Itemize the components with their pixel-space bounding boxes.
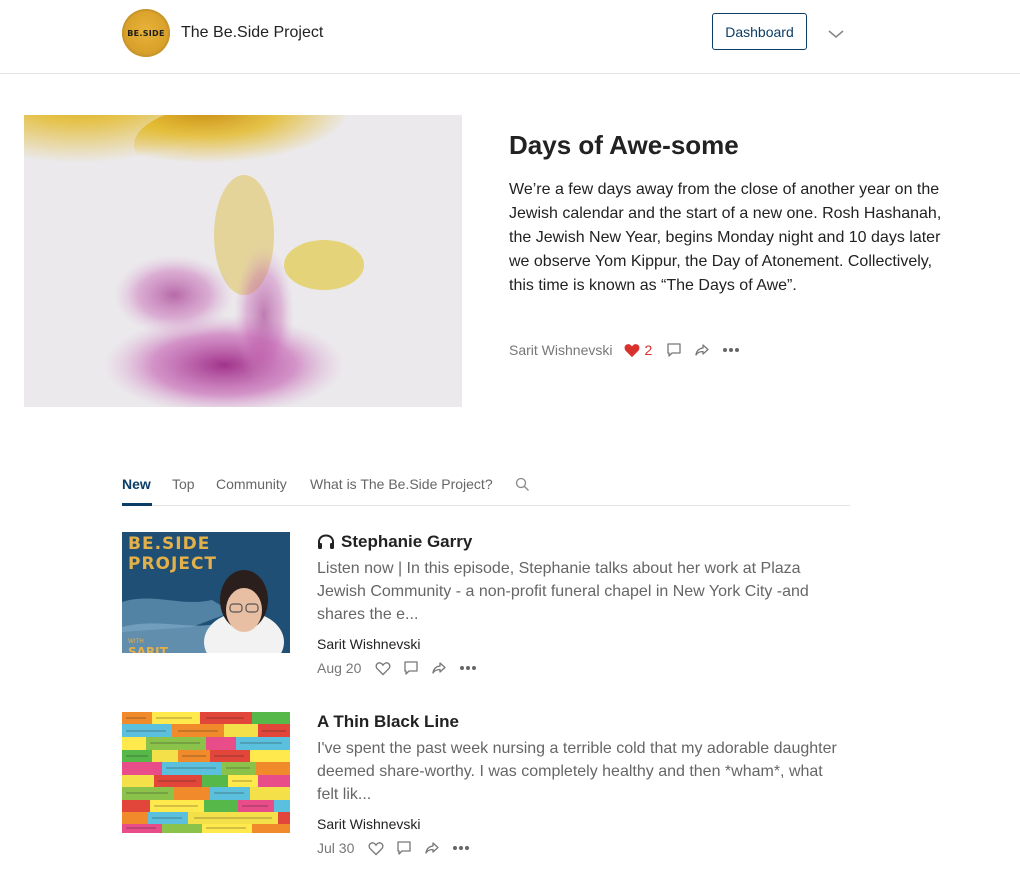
top-bar: BE.SIDE The Be.Side Project Dashboard — [0, 0, 1020, 74]
headphones-icon — [318, 534, 334, 549]
post-thumbnail[interactable]: BE.SIDE PROJECT WITH SARIT — [122, 532, 290, 653]
comment-icon[interactable] — [396, 840, 412, 856]
heart-filled-icon — [625, 343, 640, 357]
post-excerpt: Listen now | In this episode, Stephanie … — [317, 560, 809, 623]
comment-icon[interactable] — [666, 342, 682, 358]
thumb-text-line2: PROJECT — [128, 554, 218, 574]
share-icon[interactable] — [424, 840, 440, 856]
featured-excerpt: We’re a few days away from the close of … — [509, 181, 942, 294]
more-options-icon[interactable] — [452, 845, 470, 851]
thumb-text-line1: BE.SIDE — [128, 534, 211, 554]
share-icon[interactable] — [694, 342, 710, 358]
thumb-text-name: SARIT — [128, 645, 168, 653]
post-meta: Jul 30 — [317, 840, 482, 856]
site-title[interactable]: The Be.Side Project — [181, 24, 323, 42]
tab-about[interactable]: What is The Be.Side Project? — [310, 476, 493, 492]
heart-icon[interactable] — [375, 661, 391, 676]
post-title[interactable]: A Thin Black Line — [317, 712, 459, 732]
post-tabs: New Top Community What is The Be.Side Pr… — [122, 474, 850, 506]
featured-author[interactable]: Sarit Wishnevski — [509, 342, 612, 358]
post-date: Aug 20 — [317, 660, 362, 676]
logo-text: BE.SIDE — [127, 28, 165, 38]
post-title-text: Stephanie Garry — [341, 532, 473, 551]
post-meta: Aug 20 — [317, 660, 489, 676]
post-title-text: A Thin Black Line — [317, 712, 460, 731]
like-count: 2 — [644, 342, 653, 358]
featured-title[interactable]: Days of Awe-some — [509, 130, 739, 161]
more-options-icon[interactable] — [722, 347, 740, 353]
more-options-icon[interactable] — [459, 665, 477, 671]
comment-icon[interactable] — [403, 660, 419, 676]
tab-top[interactable]: Top — [172, 476, 195, 492]
post-title[interactable]: Stephanie Garry — [317, 532, 472, 552]
site-logo[interactable]: BE.SIDE — [122, 9, 170, 57]
chevron-down-icon[interactable] — [826, 24, 846, 44]
heart-icon[interactable] — [368, 841, 384, 856]
post-date: Jul 30 — [317, 840, 355, 856]
featured-meta: Sarit Wishnevski 2 — [509, 340, 752, 360]
tab-community[interactable]: Community — [216, 476, 287, 492]
thumb-text-with: WITH — [128, 638, 144, 645]
search-icon[interactable] — [515, 477, 530, 492]
post-thumbnail[interactable] — [122, 712, 290, 833]
dashboard-button[interactable]: Dashboard — [712, 13, 807, 50]
featured-image[interactable] — [24, 115, 462, 407]
post-author[interactable]: Sarit Wishnevski — [317, 816, 420, 832]
active-tab-indicator — [122, 503, 152, 506]
post-author[interactable]: Sarit Wishnevski — [317, 636, 420, 652]
share-icon[interactable] — [431, 660, 447, 676]
tab-new[interactable]: New — [122, 476, 151, 492]
post-excerpt: I've spent the past week nursing a terri… — [317, 740, 837, 803]
like-button[interactable]: 2 — [624, 342, 652, 358]
